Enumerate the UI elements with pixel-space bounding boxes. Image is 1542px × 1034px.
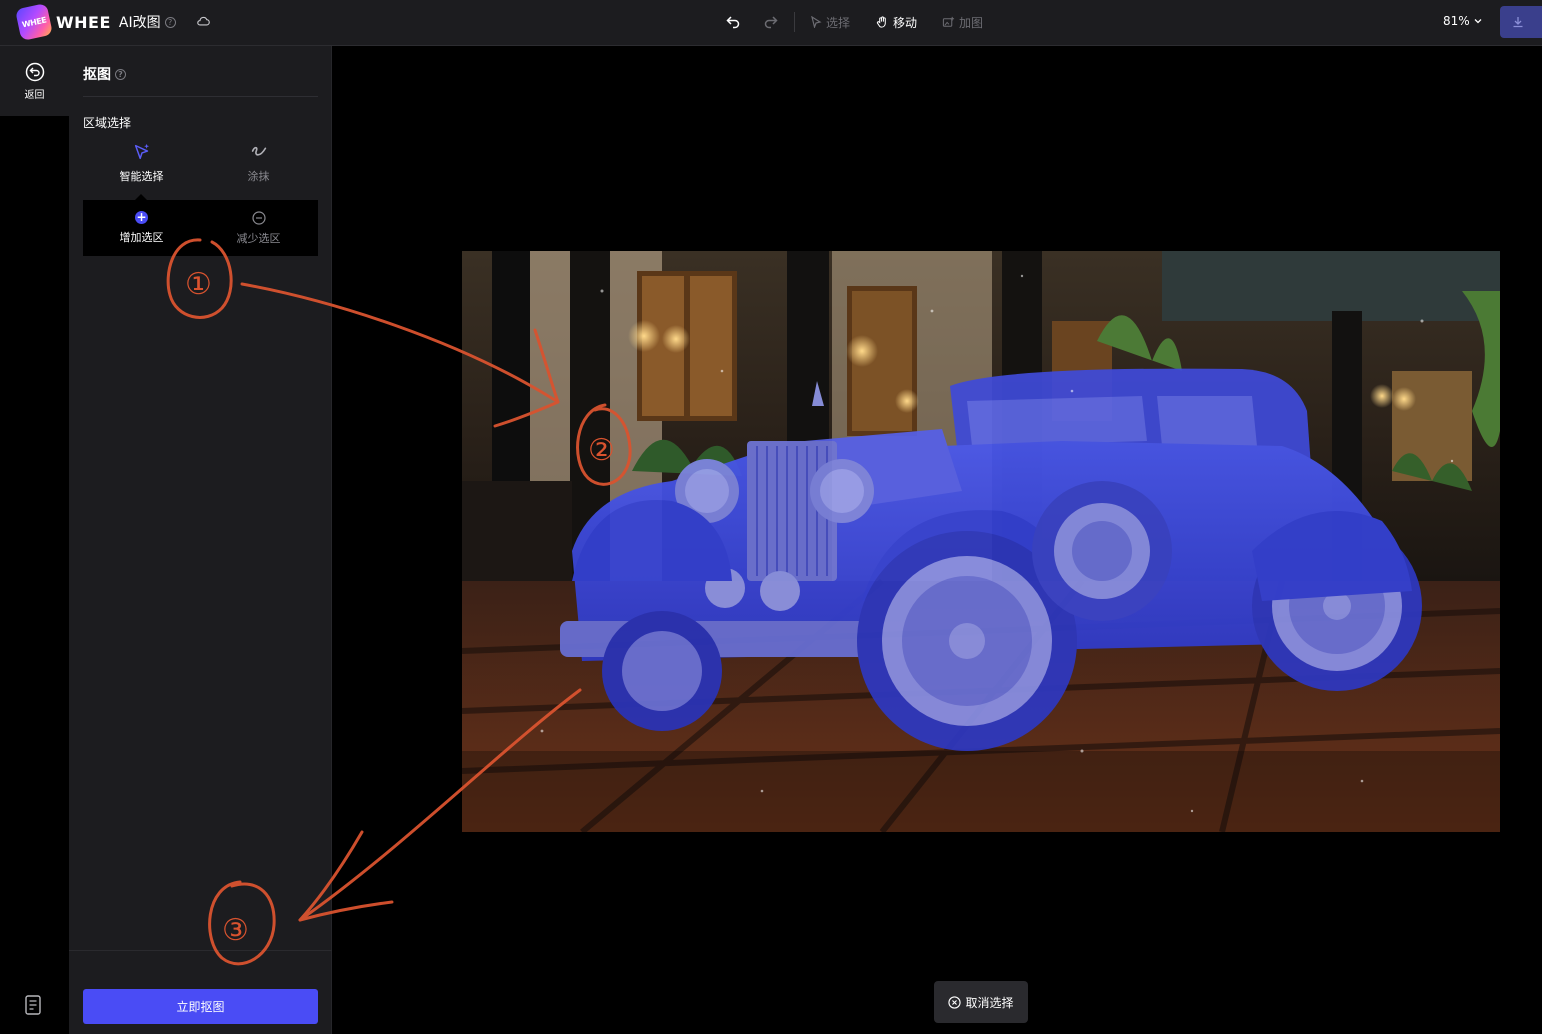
brush-icon <box>251 146 266 156</box>
chevron-down-icon <box>1474 19 1482 24</box>
back-icon <box>25 62 44 81</box>
divider <box>69 950 332 951</box>
cancel-selection-button[interactable]: 取消选择 <box>934 981 1028 1023</box>
cutout-now-button[interactable]: 立即抠图 <box>83 989 318 1024</box>
panel-title-text: 抠图 <box>83 67 111 83</box>
image-add-icon <box>942 16 955 27</box>
section-label: 区域选择 <box>83 116 132 130</box>
help-icon[interactable]: ? <box>164 16 176 28</box>
plus-circle-icon: + <box>135 210 148 224</box>
add-selection-button[interactable]: + 增加选区 <box>83 200 200 256</box>
whee-logo: WHEE <box>15 3 53 41</box>
brush-label: 涂抹 <box>247 170 270 183</box>
cutout-panel: 抠图 ? 区域选择 智能选择 涂抹 + 增加选区 减少选区 立即抠图 <box>69 46 332 1034</box>
add-selection-label: 增加选区 <box>119 231 164 244</box>
photo-scene <box>462 251 1500 832</box>
zoom-dropdown[interactable]: 81% <box>1443 14 1483 28</box>
redo-icon[interactable] <box>760 11 782 33</box>
notes-icon[interactable] <box>24 994 44 1016</box>
add-image-tool-label: 加图 <box>959 15 984 30</box>
add-image-tool[interactable]: 加图 <box>942 14 983 31</box>
undo-icon[interactable] <box>722 11 744 33</box>
module-name: AI改图 <box>118 15 161 31</box>
hand-icon <box>876 15 886 28</box>
cloud-icon[interactable] <box>196 14 210 28</box>
sub-mode-group: + 增加选区 减少选区 <box>83 194 318 256</box>
move-tool[interactable]: 移动 <box>876 14 917 31</box>
back-button[interactable]: 返回 <box>0 46 69 116</box>
top-bar: WHEE WHEE AI改图 ? 选择 移动 加图 81% <box>0 0 1542 46</box>
download-button[interactable] <box>1500 6 1542 38</box>
brush-mode[interactable]: 涂抹 <box>200 142 317 184</box>
edited-photo[interactable] <box>462 251 1500 832</box>
back-label: 返回 <box>24 89 45 101</box>
close-circle-icon <box>948 995 962 1009</box>
pointer-icon <box>811 16 822 28</box>
remove-selection-button[interactable]: 减少选区 <box>200 200 317 256</box>
toolbar-divider <box>794 12 795 32</box>
brand-name: WHEE <box>56 12 111 32</box>
smart-select-icon <box>134 143 149 160</box>
help-icon[interactable]: ? <box>115 68 126 80</box>
smart-select-mode[interactable]: 智能选择 <box>83 142 200 184</box>
divider <box>83 96 318 97</box>
cancel-selection-label: 取消选择 <box>965 995 1014 1010</box>
zoom-value: 81% <box>1443 14 1470 28</box>
left-rail: 返回 <box>0 46 69 1034</box>
move-tool-label: 移动 <box>893 15 918 30</box>
remove-selection-label: 减少选区 <box>236 231 281 245</box>
brand[interactable]: WHEE WHEE AI改图 ? <box>15 3 176 41</box>
minus-circle-icon <box>251 210 266 225</box>
smart-select-label: 智能选择 <box>119 170 164 183</box>
select-tool-label: 选择 <box>826 15 851 30</box>
download-icon <box>1513 17 1523 28</box>
select-tool[interactable]: 选择 <box>810 14 850 31</box>
panel-title: 抠图 ? <box>83 64 126 84</box>
